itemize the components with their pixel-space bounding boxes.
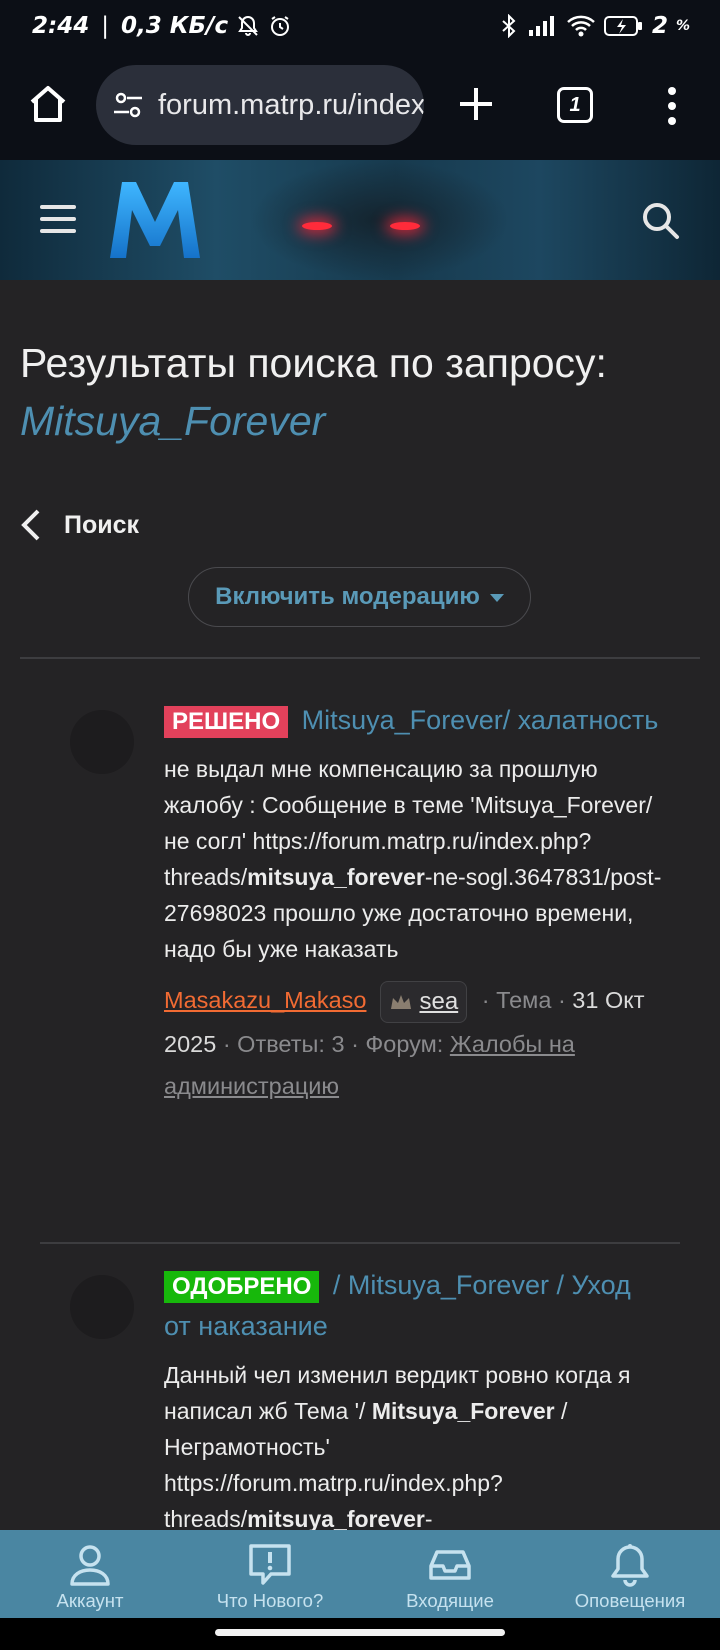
alarm-icon (268, 14, 292, 38)
new-tab-icon[interactable] (456, 84, 496, 124)
system-gesture-area (0, 1618, 720, 1650)
result-meta: Masakazu_Makaso sea · Тема · 31 Окт 2025 … (164, 979, 664, 1107)
account-icon (70, 1545, 110, 1586)
status-badge-approved: ОДОБРЕНО (164, 1271, 320, 1303)
replies-count: 3 (331, 1030, 345, 1057)
page-title: Результаты поиска по запросу: Mitsuya_Fo… (20, 334, 700, 450)
status-time: 2:44 (32, 13, 90, 39)
snippet-highlight: mitsuya_forever (247, 1506, 425, 1532)
battery-charging-icon (603, 15, 644, 37)
author-link[interactable]: Masakazu_Makaso (164, 987, 366, 1013)
bottom-navigation: Аккаунт Что Нового? Входящие Оповещения (0, 1530, 720, 1618)
nav-notifications-label: Оповещения (574, 1590, 686, 1611)
hamburger-menu-icon[interactable] (40, 205, 76, 235)
banner-eye-right (390, 222, 420, 230)
url-bar[interactable]: forum.matrp.ru/index.php?search (96, 65, 424, 145)
nav-whats-new[interactable]: Что Нового? (180, 1530, 360, 1618)
snippet-text: - (424, 1506, 433, 1532)
result-title-link[interactable]: ОДОБРЕНО / Mitsuya_Forever / Уход от нак… (164, 1265, 664, 1347)
search-icon[interactable] (640, 200, 680, 240)
banner-eye-left (302, 222, 332, 230)
user-tag-pill[interactable]: sea (380, 980, 468, 1023)
avatar[interactable] (70, 1275, 134, 1339)
meta-dot: · (557, 987, 566, 1013)
snippet-highlight: Mitsuya_Forever (371, 1398, 555, 1424)
avatar[interactable] (70, 710, 134, 774)
signal-icon (528, 15, 558, 37)
forum-label: Форум: (365, 1030, 444, 1057)
result-snippet: не выдал мне компенсацию за прошлую жало… (164, 751, 664, 967)
battery-level: 2 (651, 13, 668, 39)
tab-count: 1 (569, 93, 581, 116)
status-separator: | (101, 13, 109, 39)
moderation-label: Включить модерацию (215, 583, 480, 610)
whats-new-icon (249, 1544, 291, 1585)
nav-account-label: Аккаунт (56, 1590, 124, 1611)
status-bar: 2:44 | 0,3 КБ/с 2 % (0, 0, 720, 52)
result-title-link[interactable]: РЕШЕНО Mitsuya_Forever/ халатность (164, 700, 664, 741)
forum-logo[interactable] (108, 180, 202, 260)
snippet-highlight: mitsuya_forever (247, 864, 425, 890)
nav-whats-new-label: Что Нового? (216, 1590, 324, 1611)
meta-dot: · (351, 1030, 359, 1057)
chevron-left-icon (21, 509, 40, 541)
muted-bell-icon (236, 14, 260, 38)
more-vert-icon[interactable] (660, 84, 684, 128)
content-divider (20, 657, 700, 659)
user-tag-label: sea (419, 987, 459, 1015)
result-divider (40, 1242, 680, 1244)
back-to-search-link[interactable]: Поиск (20, 508, 139, 542)
page-title-prefix: Результаты поиска по запросу: (20, 340, 607, 386)
status-badge-solved: РЕШЕНО (164, 706, 289, 738)
tab-switcher-button[interactable]: 1 (557, 87, 593, 123)
result-snippet: Данный чел изменил вердикт ровно когда я… (164, 1357, 664, 1537)
battery-percent-sign: % (675, 18, 690, 34)
crown-icon (391, 994, 412, 1009)
nav-inbox-label: Входящие (406, 1590, 494, 1611)
caret-down-icon (489, 594, 504, 602)
meta-dot: · (481, 987, 490, 1013)
home-icon[interactable] (26, 82, 70, 126)
banner-artwork (250, 160, 510, 280)
forum-header-banner (0, 160, 720, 280)
search-query[interactable]: Mitsuya_Forever (20, 398, 325, 444)
replies-label: Ответы: (237, 1030, 325, 1057)
bluetooth-icon (498, 14, 520, 38)
nav-account[interactable]: Аккаунт (0, 1530, 180, 1618)
result-title-text: Mitsuya_Forever/ халатность (294, 705, 659, 735)
bell-icon (611, 1544, 649, 1587)
content-type: Тема (496, 987, 552, 1013)
wifi-icon (566, 14, 596, 38)
status-network-speed: 0,3 КБ/с (120, 13, 229, 39)
nav-notifications[interactable]: Оповещения (540, 1530, 720, 1618)
gesture-handle[interactable] (215, 1629, 505, 1636)
inbox-icon (429, 1550, 471, 1580)
url-text[interactable]: forum.matrp.ru/index.php?search (158, 89, 424, 122)
back-link-label: Поиск (64, 510, 140, 539)
nav-inbox[interactable]: Входящие (360, 1530, 540, 1618)
site-settings-icon[interactable] (112, 89, 144, 121)
meta-dot: · (222, 1030, 231, 1057)
browser-toolbar: forum.matrp.ru/index.php?search 1 (0, 52, 720, 160)
enable-moderation-button[interactable]: Включить модерацию (188, 567, 531, 627)
